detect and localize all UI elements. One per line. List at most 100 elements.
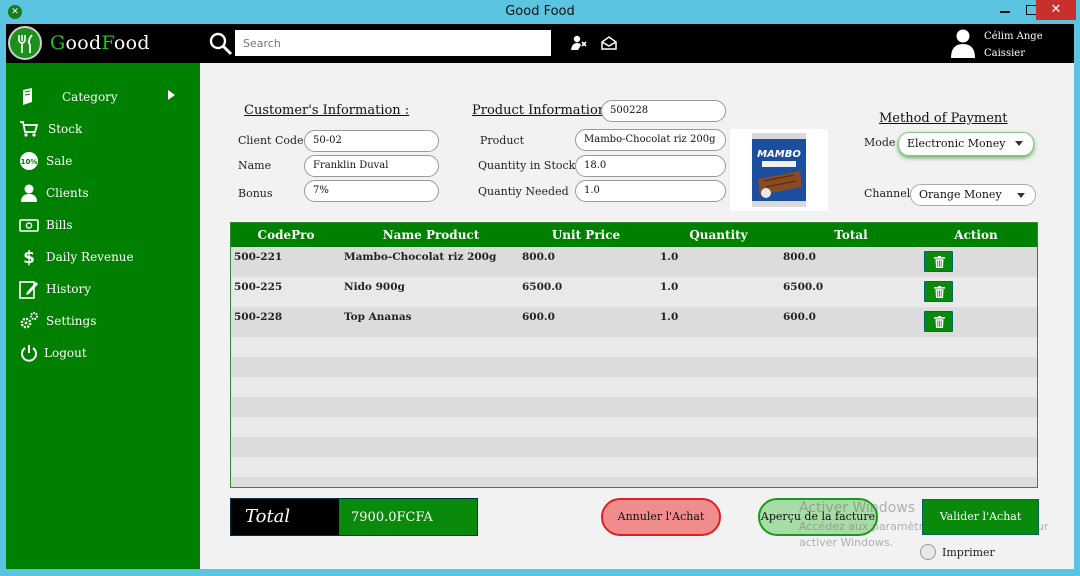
user-name: Célim Ange [984, 31, 1043, 42]
stock-field[interactable]: 18.0 [575, 155, 726, 177]
table-row[interactable]: 500-228 Top Ananas 600.0 1.0 600.0 [231, 307, 1037, 337]
column-header: CodePro [257, 228, 315, 242]
sidebar-item-label: Daily Revenue [46, 250, 134, 264]
dollar-icon: $ [19, 247, 39, 268]
svg-text:$: $ [23, 248, 35, 267]
chevron-down-icon [1015, 141, 1023, 146]
name-field[interactable]: Franklin Duval [304, 155, 439, 177]
cell-total: 600.0 [783, 311, 816, 323]
needed-field[interactable]: 1.0 [575, 180, 726, 202]
total-value: 7900.0FCFA [351, 510, 433, 525]
mode-select[interactable]: Electronic Money [898, 132, 1034, 156]
channel-label: Channel [864, 187, 911, 200]
sidebar-item-history[interactable]: History [6, 275, 200, 305]
total-label: Total [245, 506, 291, 527]
column-header: Action [954, 228, 998, 242]
tag-icon [19, 87, 39, 107]
table-row[interactable]: 500-221 Mambo-Chocolat riz 200g 800.0 1.… [231, 247, 1037, 277]
sidebar-item-bills[interactable]: Bills [6, 211, 200, 241]
product-image: MAMBO [730, 129, 828, 211]
search-icon[interactable] [208, 31, 234, 57]
print-radio[interactable] [920, 544, 936, 560]
client-code-label: Client Code [238, 134, 304, 147]
minimize-button[interactable] [992, 0, 1018, 20]
cell-price: 800.0 [522, 251, 555, 263]
cell-name: Top Ananas [344, 311, 412, 323]
sidebar-item-sale[interactable]: 10% Sale [6, 147, 200, 177]
sidebar-item-stock[interactable]: Stock [6, 115, 200, 145]
total-display: Total 7900.0FCFA [230, 498, 478, 536]
delete-button[interactable] [924, 311, 953, 332]
cell-qty: 1.0 [660, 281, 679, 293]
svg-text:10%: 10% [21, 158, 38, 166]
percent-icon: 10% [19, 151, 39, 171]
cell-price: 600.0 [522, 311, 555, 323]
power-icon [19, 343, 39, 363]
money-icon [19, 215, 39, 235]
cell-qty: 1.0 [660, 251, 679, 263]
row-background [231, 417, 1037, 437]
client-code-field[interactable]: 50-02 [304, 130, 439, 152]
person-icon [19, 183, 39, 203]
product-field[interactable]: Mambo-Chocolat riz 200g [575, 129, 726, 151]
product-code-field[interactable]: 500228 [601, 100, 726, 122]
table-header: CodePro Name Product Unit Price Quantity… [231, 223, 1037, 247]
sidebar-item-logout[interactable]: Logout [6, 339, 200, 369]
sidebar: Category Stock 10% Sale Clients Bills $ … [6, 63, 200, 569]
top-header: GoodFood Search Célim Ange Caissier [6, 24, 1074, 63]
trash-icon [934, 316, 945, 328]
app-logo: GoodFood [6, 24, 200, 63]
row-background [231, 337, 1037, 357]
cart-icon [19, 119, 39, 139]
channel-select[interactable]: Orange Money [910, 184, 1036, 206]
bonus-field[interactable]: 7% [304, 180, 439, 202]
sidebar-item-category[interactable]: Category [6, 83, 200, 113]
sidebar-item-daily-revenue[interactable]: $ Daily Revenue [6, 243, 200, 273]
user-settings-icon[interactable] [570, 34, 588, 52]
close-button[interactable]: ✕ [1036, 0, 1076, 20]
row-background [231, 457, 1037, 477]
trash-icon [934, 286, 945, 298]
sidebar-item-settings[interactable]: Settings [6, 307, 200, 337]
sidebar-item-clients[interactable]: Clients [6, 179, 200, 209]
activation-watermark-line: activer Windows. [799, 536, 894, 549]
cell-code: 500-221 [234, 251, 283, 263]
product-label: Product [480, 134, 524, 147]
cell-code: 500-228 [234, 311, 283, 323]
sidebar-item-label: Logout [44, 346, 87, 360]
mode-value: Electronic Money [907, 137, 1006, 150]
trash-icon [934, 256, 945, 268]
cancel-purchase-button[interactable]: Annuler l'Achat [601, 498, 721, 536]
cell-total: 800.0 [783, 251, 816, 263]
validate-purchase-button[interactable]: Valider l'Achat [922, 499, 1039, 535]
table-row[interactable]: 500-225 Nido 900g 6500.0 1.0 6500.0 [231, 277, 1037, 307]
chevron-right-icon [168, 90, 175, 100]
product-info-title: Product Information : [472, 103, 615, 118]
title-bar: ✕ Good Food ✕ [0, 0, 1080, 24]
cell-qty: 1.0 [660, 311, 679, 323]
fork-knife-icon [8, 26, 42, 60]
window-title: Good Food [505, 4, 575, 19]
cell-name: Mambo-Chocolat riz 200g [344, 251, 497, 263]
cell-total: 6500.0 [783, 281, 824, 293]
delete-button[interactable] [924, 251, 953, 272]
cart-table: CodePro Name Product Unit Price Quantity… [230, 222, 1038, 488]
mail-icon[interactable] [600, 34, 618, 52]
channel-value: Orange Money [919, 188, 1002, 201]
sidebar-item-label: Clients [46, 186, 89, 200]
delete-button[interactable] [924, 281, 953, 302]
bonus-label: Bonus [238, 187, 273, 200]
app-window: ✕ Good Food ✕ GoodFood Search Célim Ange… [0, 0, 1080, 576]
row-background [231, 377, 1037, 397]
sidebar-item-label: Bills [46, 218, 73, 232]
name-label: Name [238, 159, 272, 172]
sidebar-item-label: Stock [48, 122, 83, 136]
payment-title: Method of Payment [879, 111, 1008, 126]
sidebar-item-label: Settings [46, 314, 97, 328]
row-background [231, 437, 1037, 457]
column-header: Unit Price [551, 228, 621, 242]
column-header: Total [834, 228, 868, 242]
chevron-down-icon [1017, 193, 1025, 198]
cell-price: 6500.0 [522, 281, 563, 293]
search-input[interactable] [235, 30, 551, 56]
